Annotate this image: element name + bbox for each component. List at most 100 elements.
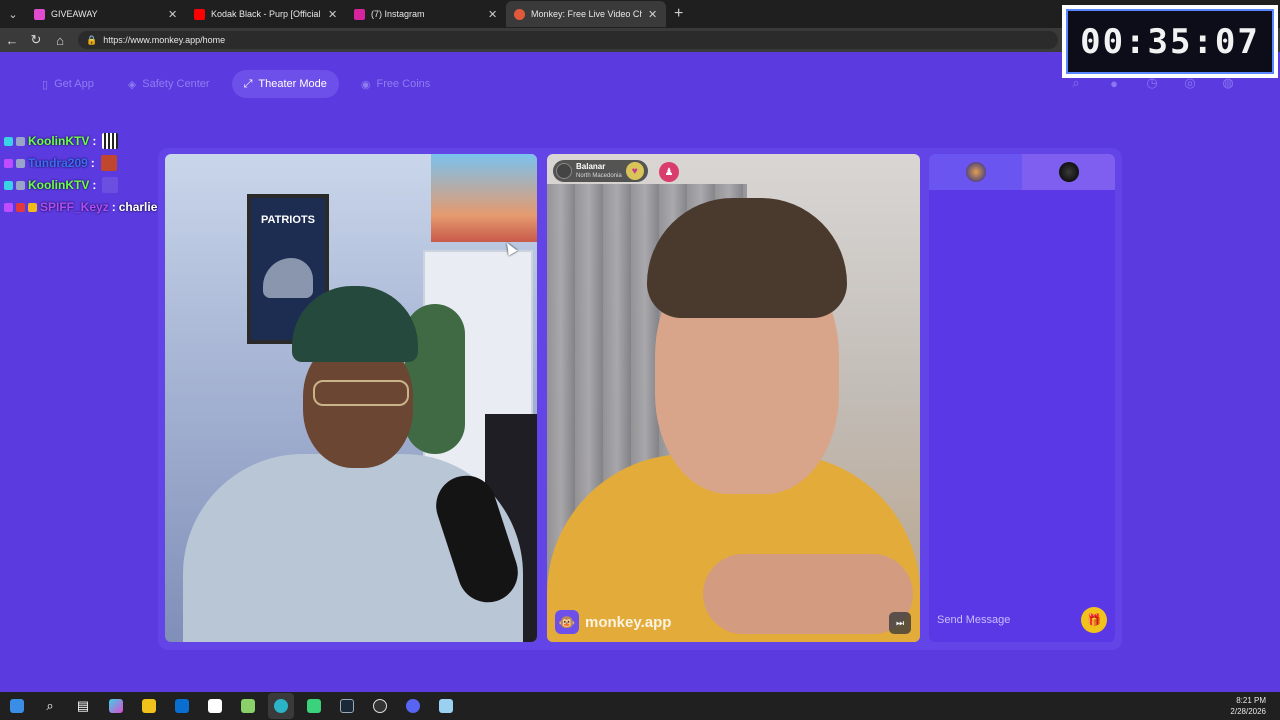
back-arrow-icon[interactable]: ← [0, 28, 24, 52]
close-tab-icon[interactable]: ✕ [328, 8, 338, 21]
theater-mode-button[interactable]: ⤢ Theater Mode [231, 70, 339, 98]
tab-title: GIVEAWAY [51, 9, 98, 19]
store-icon[interactable] [202, 693, 228, 719]
local-video-feed: PATRIOTS [165, 154, 537, 642]
search-icon[interactable]: ⌕ [37, 693, 63, 719]
chat-username: Tundra209 [28, 156, 88, 170]
history-icon[interactable]: ◷ [1142, 73, 1162, 93]
chat-side-panel: 🎁 [929, 154, 1115, 642]
remote-video-feed: Balanar North Macedonia ♥ ♟ 🐵 monkey.app… [547, 154, 920, 642]
safety-center-label: Safety Center [142, 78, 210, 90]
poster-text: PATRIOTS [261, 214, 315, 226]
monkey-logo-icon: 🐵 [555, 610, 579, 634]
emote-icon [100, 155, 117, 171]
system-clock[interactable]: 8:21 PM 2/28/2026 [1230, 695, 1266, 717]
remote-country: North Macedonia [576, 173, 622, 179]
remote-user-hand [703, 554, 913, 634]
badge-icon [4, 158, 13, 168]
emote-icon [102, 133, 119, 149]
avatar [556, 163, 572, 179]
notepad-icon[interactable] [433, 693, 459, 719]
get-app-label: Get App [54, 78, 94, 90]
youtube-favicon-icon [194, 8, 205, 20]
stream-timer: 00:35:07 [1062, 5, 1278, 78]
badge-icon [16, 202, 25, 212]
obs-icon[interactable] [367, 693, 393, 719]
home-icon[interactable]: ⌂ [48, 28, 72, 52]
outlook-icon[interactable] [169, 693, 195, 719]
giveaway-favicon-icon [34, 8, 45, 20]
clock-date: 2/28/2026 [1230, 707, 1266, 716]
clock-time: 8:21 PM [1236, 696, 1266, 705]
url-field[interactable]: 🔒 https://www.monkey.app/home [78, 31, 1058, 49]
search-icon[interactable]: ⌕ [1066, 73, 1086, 93]
lock-icon: 🔒 [86, 34, 98, 45]
timer-value: 00:35:07 [1080, 21, 1260, 62]
tab-remote-user[interactable] [1022, 154, 1115, 190]
remote-user-names: Balanar North Macedonia [576, 162, 622, 180]
timer-display: 00:35:07 [1066, 9, 1274, 74]
chat-colon: : [90, 156, 95, 170]
task-view-icon[interactable]: ▤ [70, 693, 96, 719]
badge-icon [16, 158, 25, 168]
new-tab-plus-icon[interactable]: + [674, 5, 683, 23]
edge-icon[interactable] [268, 693, 294, 719]
discord-icon[interactable] [400, 693, 426, 719]
tab-giveaway[interactable]: GIVEAWAY ✕ [26, 1, 186, 27]
profile-card-icon[interactable]: ♟ [659, 162, 679, 182]
tab-actions-chevron-icon[interactable]: ⌄ [0, 0, 26, 28]
expand-icon: ⤢ [243, 77, 253, 90]
copilot-icon[interactable] [103, 693, 129, 719]
url-text: https://www.monkey.app/home [103, 35, 226, 45]
badge-icon [4, 202, 13, 212]
tab-instagram[interactable]: (7) Instagram ✕ [346, 1, 506, 27]
refresh-icon[interactable]: ↻ [24, 28, 48, 52]
badge-icon [28, 202, 37, 212]
shield-icon: ◈ [127, 78, 137, 91]
tab-local-user[interactable] [929, 154, 1022, 190]
close-tab-icon[interactable]: ✕ [488, 8, 498, 21]
chat-username: KoolinKTV [28, 134, 90, 148]
avatar[interactable]: ◍ [1218, 73, 1238, 93]
instagram-favicon-icon [354, 8, 365, 20]
gift-icon[interactable]: 🎁 [1081, 607, 1107, 633]
phone-icon: ▯ [42, 78, 49, 91]
badge-icon [4, 180, 13, 190]
skip-forward-icon[interactable]: ⏭ [889, 612, 911, 634]
send-message-input[interactable] [937, 614, 1081, 626]
helmet-icon [263, 258, 313, 298]
header-icon-group: ⌕ ● ◷ ◎ ◍ [1066, 73, 1238, 93]
wall-painting [431, 154, 537, 242]
heart-icon[interactable]: ♥ [625, 162, 644, 180]
photos-icon[interactable] [235, 693, 261, 719]
steam-icon[interactable] [334, 693, 360, 719]
chat-username: SPIFF_Keyz [40, 200, 109, 214]
tab-title: Kodak Black - Purp [Official Audio] [211, 9, 322, 19]
site-nav: ▯ Get App ◈ Safety Center ⤢ Theater Mode… [30, 70, 442, 98]
profile-icon[interactable]: ● [1104, 73, 1124, 93]
streamer-glasses [313, 380, 409, 406]
safety-center-button[interactable]: ◈ Safety Center [116, 70, 222, 98]
free-coins-label: Free Coins [376, 78, 431, 90]
emote-icon [102, 177, 119, 193]
file-explorer-icon[interactable] [136, 693, 162, 719]
get-app-button[interactable]: ▯ Get App [30, 70, 106, 98]
tab-youtube[interactable]: Kodak Black - Purp [Official Audio] ✕ [186, 1, 346, 27]
tab-title: Monkey: Free Live Video Chat [531, 9, 642, 19]
message-composer: 🎁 [929, 598, 1115, 642]
chat-username: KoolinKTV [28, 178, 90, 192]
theater-mode-label: Theater Mode [258, 78, 327, 90]
coins-icon: ◉ [360, 78, 371, 91]
remote-user-tag[interactable]: Balanar North Macedonia ♥ [553, 160, 648, 182]
remote-username: Balanar [576, 162, 606, 171]
chat-tabs [929, 154, 1115, 190]
badge-icon [16, 180, 25, 190]
chat-colon: : [92, 178, 97, 192]
close-tab-icon[interactable]: ✕ [648, 8, 658, 21]
location-icon[interactable]: ◎ [1180, 73, 1200, 93]
free-coins-button[interactable]: ◉ Free Coins [349, 70, 442, 98]
app-icon[interactable] [301, 693, 327, 719]
windows-start-icon[interactable] [4, 693, 30, 719]
close-tab-icon[interactable]: ✕ [168, 8, 178, 21]
tab-monkey[interactable]: Monkey: Free Live Video Chat ✕ [506, 1, 666, 27]
